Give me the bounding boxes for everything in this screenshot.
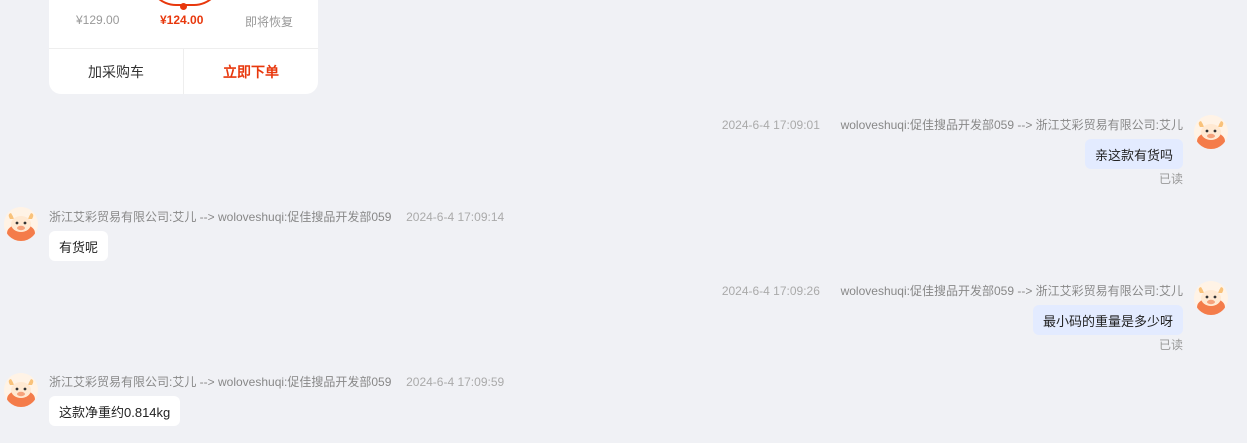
buy-now-button[interactable]: 立即下单	[184, 49, 318, 94]
add-to-cart-button[interactable]: 加采购车	[49, 49, 184, 94]
message-route: 浙江艾彩贸易有限公司:艾儿 --> woloveshuqi:促佳搜品开发部059	[49, 210, 392, 224]
original-price: ¥129.00	[76, 13, 120, 27]
restore-label: 即将恢复	[245, 15, 294, 29]
message-route: woloveshuqi:促佳搜品开发部059 --> 浙江艾彩贸易有限公司:艾儿	[840, 284, 1183, 298]
message-meta: 2024-6-4 17:09:01 woloveshuqi:促佳搜品开发部059…	[722, 116, 1183, 133]
read-status: 已读	[1158, 338, 1183, 352]
message-route: 浙江艾彩贸易有限公司:艾儿 --> woloveshuqi:促佳搜品开发部059	[49, 375, 392, 389]
price-trend: ¥129.00 ¥124.00 即将恢复	[49, 0, 318, 48]
cow-mascot-icon[interactable]	[4, 207, 38, 241]
cow-mascot-icon[interactable]	[1194, 115, 1228, 149]
current-price: ¥124.00	[160, 13, 204, 27]
message-time: 2024-6-4 17:09:59	[406, 375, 505, 389]
current-price-marker	[180, 3, 187, 10]
message-bubble: 这款净重约0.814kg	[49, 396, 181, 426]
message-time: 2024-6-4 17:09:14	[406, 210, 505, 224]
message-bubble: 亲这款有货吗	[1084, 139, 1183, 169]
cow-mascot-icon[interactable]	[4, 373, 38, 407]
card-actions: 加采购车 立即下单	[49, 48, 318, 94]
message-meta: 浙江艾彩贸易有限公司:艾儿 --> woloveshuqi:促佳搜品开发部059…	[49, 373, 504, 390]
message-route: woloveshuqi:促佳搜品开发部059 --> 浙江艾彩贸易有限公司:艾儿	[840, 118, 1183, 132]
read-status: 已读	[1158, 172, 1183, 186]
message-bubble: 有货呢	[49, 231, 109, 261]
message-bubble: 最小码的重量是多少呀	[1032, 305, 1183, 335]
cow-mascot-icon[interactable]	[1194, 281, 1228, 315]
message-meta: 2024-6-4 17:09:26 woloveshuqi:促佳搜品开发部059…	[722, 282, 1183, 299]
message-meta: 浙江艾彩贸易有限公司:艾儿 --> woloveshuqi:促佳搜品开发部059…	[49, 208, 504, 225]
message-time: 2024-6-4 17:09:01	[721, 118, 820, 132]
message-time: 2024-6-4 17:09:26	[721, 284, 820, 298]
product-card: ¥129.00 ¥124.00 即将恢复 加采购车 立即下单	[49, 0, 318, 94]
